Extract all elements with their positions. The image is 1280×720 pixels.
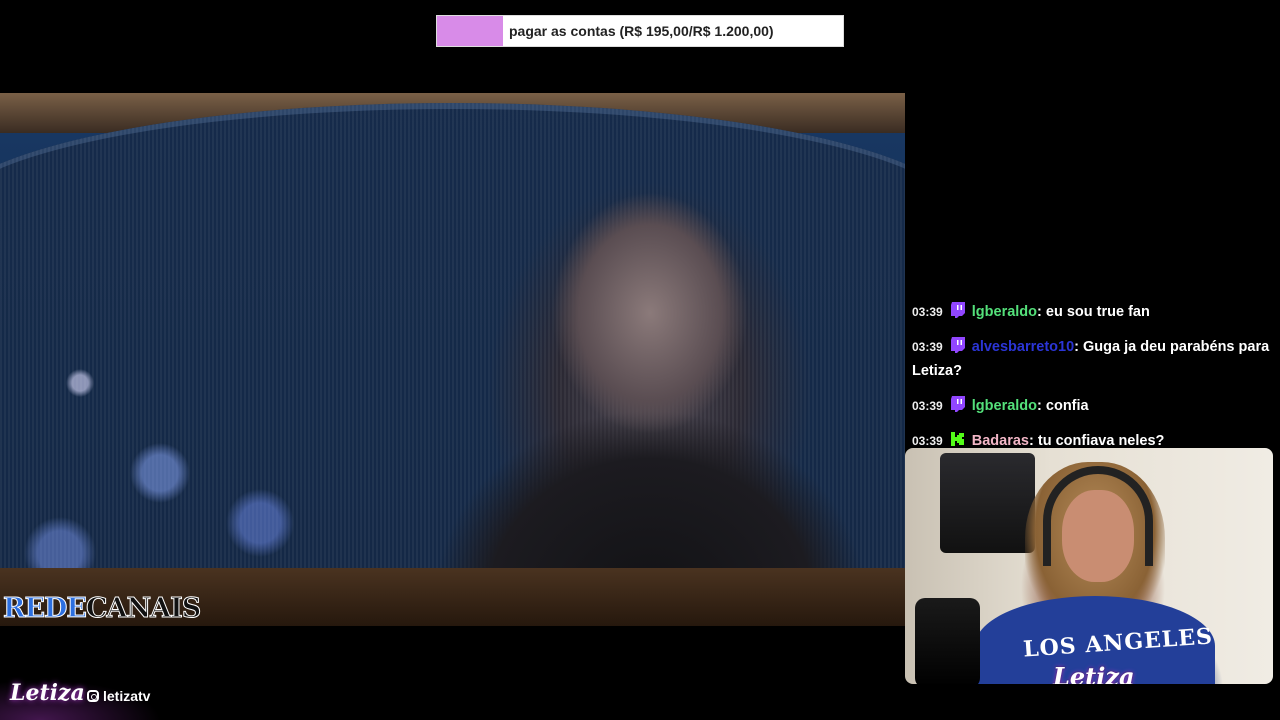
- chat-separator: :: [1037, 398, 1042, 414]
- chat-text: tu confiava neles?: [1037, 433, 1165, 449]
- microphone-icon: [915, 598, 980, 684]
- kick-icon: [950, 432, 964, 446]
- webcam-chair: [940, 453, 1035, 553]
- watermark-part1: REDE: [2, 593, 87, 625]
- goal-progress-bar: pagar as contas (R$ 195,00/R$ 1.200,00): [436, 15, 844, 47]
- chat-text: confia: [1045, 398, 1089, 414]
- main-video[interactable]: [0, 93, 905, 626]
- twitch-icon: [950, 302, 965, 318]
- video-figure: [380, 133, 905, 613]
- chat-separator: :: [1074, 339, 1079, 355]
- chat-separator: :: [1037, 304, 1042, 320]
- chat-username[interactable]: alvesbarreto10: [972, 339, 1074, 355]
- watermark-part2: CANAIS: [86, 593, 202, 625]
- chat-timestamp: 03:39: [912, 434, 943, 448]
- instagram-icon: [87, 690, 99, 702]
- chat-message: 03:39 lgberaldo: eu sou true fan: [912, 300, 1280, 324]
- footer-logo: Letiza: [10, 680, 85, 706]
- chat-text: eu sou true fan: [1045, 304, 1150, 320]
- chat-username[interactable]: lgberaldo: [972, 304, 1037, 320]
- chat-timestamp: 03:39: [912, 305, 943, 319]
- chat-timestamp: 03:39: [912, 340, 943, 354]
- goal-progress-fill: [437, 16, 503, 46]
- chat-separator: :: [1029, 433, 1034, 449]
- webcam-logo: Letiza: [1053, 662, 1135, 684]
- webcam-feed[interactable]: LOS ANGELES Letiza: [905, 448, 1273, 684]
- goal-text: pagar as contas (R$ 195,00/R$ 1.200,00): [509, 23, 774, 39]
- instagram-handle[interactable]: letizatv: [87, 688, 150, 704]
- chat-username[interactable]: lgberaldo: [972, 398, 1037, 414]
- chat-username[interactable]: Badaras: [972, 433, 1029, 449]
- chat-text: Guga ja deu parabéns para Letiza?: [912, 339, 1270, 379]
- chat-message: 03:39 lgberaldo: confia: [912, 394, 1280, 418]
- headset-icon: [1043, 466, 1153, 566]
- twitch-icon: [950, 337, 965, 353]
- chat-timestamp: 03:39: [912, 399, 943, 413]
- instagram-text: letizatv: [103, 688, 151, 704]
- chat-message: 03:39 alvesbarreto10: Guga ja deu parabé…: [912, 335, 1280, 383]
- channel-watermark: REDECANAIS: [2, 592, 202, 626]
- chat-overlay: 03:39 lgberaldo: eu sou true fan 03:39 a…: [912, 300, 1280, 464]
- twitch-icon: [950, 396, 965, 412]
